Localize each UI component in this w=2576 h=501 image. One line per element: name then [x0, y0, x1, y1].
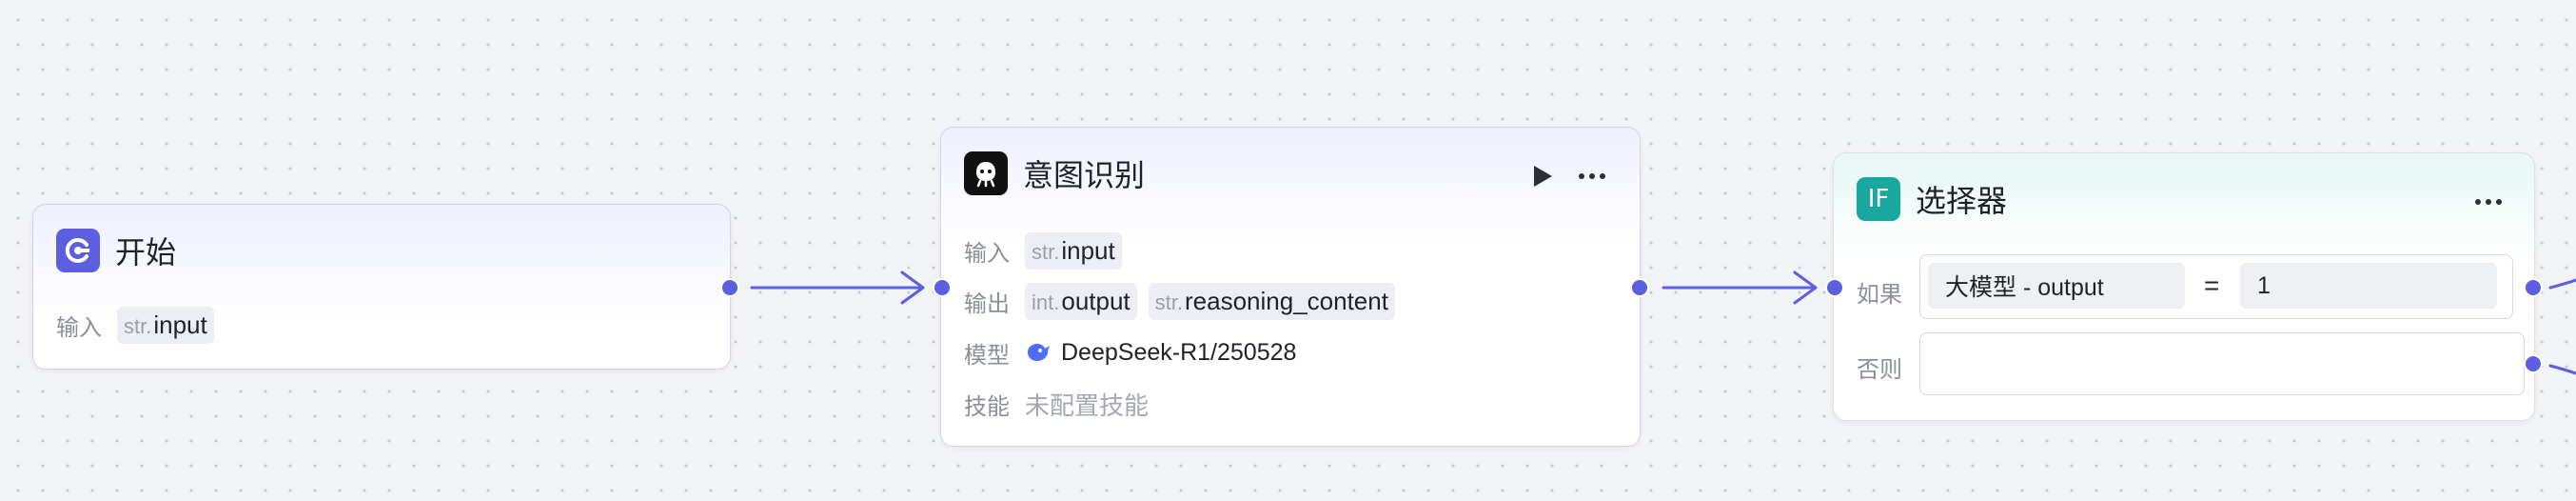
if-icon-text: IF: [1867, 185, 1890, 213]
intent-node-skills-row: 技能 未配置技能: [964, 383, 1149, 425]
condition-operator[interactable]: =: [2204, 271, 2219, 301]
intent-node[interactable]: 意图识别 输入 str. input 输出 int. output str. r…: [940, 127, 1641, 447]
condition-right-operand[interactable]: 1: [2240, 263, 2497, 309]
variable-tag: int. output: [1025, 282, 1137, 320]
variable-type: int.: [1032, 290, 1060, 314]
if-condition-box[interactable]: 大模型 - output = 1: [1919, 254, 2513, 319]
variable-name: input: [1061, 235, 1115, 265]
selector-node-title: 选择器: [1916, 183, 2008, 219]
else-label: 否则: [1857, 356, 1902, 383]
variable-type: str.: [1032, 239, 1060, 264]
intent-node-input-port[interactable]: [933, 278, 952, 297]
if-branch-output-port[interactable]: [2524, 278, 2543, 297]
variable-type: str.: [1154, 290, 1183, 314]
selector-node-input-port[interactable]: [1825, 278, 1844, 297]
model-name: DeepSeek-R1/250528: [1061, 338, 1297, 366]
variable-tag: str. input: [1025, 231, 1122, 270]
start-node-input-row: 输入 str. input: [56, 304, 226, 346]
play-icon[interactable]: [1531, 164, 1554, 189]
skills-value: 未配置技能: [1025, 391, 1150, 421]
start-node-title: 开始: [115, 234, 177, 271]
intent-node-title: 意图识别: [1023, 157, 1146, 193]
selector-node[interactable]: IF 选择器 如果 大模型 - output = 1 否则: [1833, 152, 2535, 421]
variable-tag: str. reasoning_content: [1148, 282, 1395, 320]
more-options-icon[interactable]: [2475, 199, 2502, 205]
output-label: 输出: [964, 290, 1010, 317]
input-label: 输入: [964, 239, 1010, 267]
variable-type: str.: [124, 313, 152, 338]
intent-node-model-row: 模型 DeepSeek-R1/250528: [964, 331, 1296, 373]
intent-node-output-port[interactable]: [1630, 278, 1649, 297]
model-label: 模型: [964, 341, 1010, 369]
start-node-output-port[interactable]: [720, 278, 739, 297]
intent-node-actions: [1531, 164, 1605, 189]
condition-left-operand[interactable]: 大模型 - output: [1928, 263, 2185, 309]
selector-node-header: IF 选择器: [1857, 176, 2007, 222]
variable-tag: str. input: [117, 306, 214, 344]
start-icon: [56, 229, 100, 272]
intent-node-input-row: 输入 str. input: [964, 230, 1133, 271]
edge-else-out: [2548, 364, 2576, 375]
intent-node-header: 意图识别: [964, 150, 1145, 196]
more-options-icon[interactable]: [1579, 173, 1605, 179]
start-node-header: 开始: [56, 228, 176, 273]
intent-node-output-row: 输出 int. output str. reasoning_content: [964, 280, 1406, 322]
intent-icon: [964, 151, 1008, 195]
selector-node-actions: [2475, 199, 2502, 205]
edge-if-out: [2548, 278, 2576, 290]
variable-name: output: [1061, 286, 1131, 315]
variable-name: reasoning_content: [1185, 286, 1388, 315]
skills-label: 技能: [964, 392, 1010, 420]
input-label: 输入: [56, 313, 102, 341]
else-condition-box[interactable]: [1919, 332, 2525, 395]
deepseek-icon: [1028, 344, 1050, 361]
variable-name: input: [153, 310, 207, 339]
if-icon: IF: [1857, 177, 1900, 221]
start-node[interactable]: 开始 输入 str. input: [32, 204, 731, 370]
if-label: 如果: [1857, 281, 1902, 308]
else-branch-output-port[interactable]: [2524, 354, 2543, 373]
